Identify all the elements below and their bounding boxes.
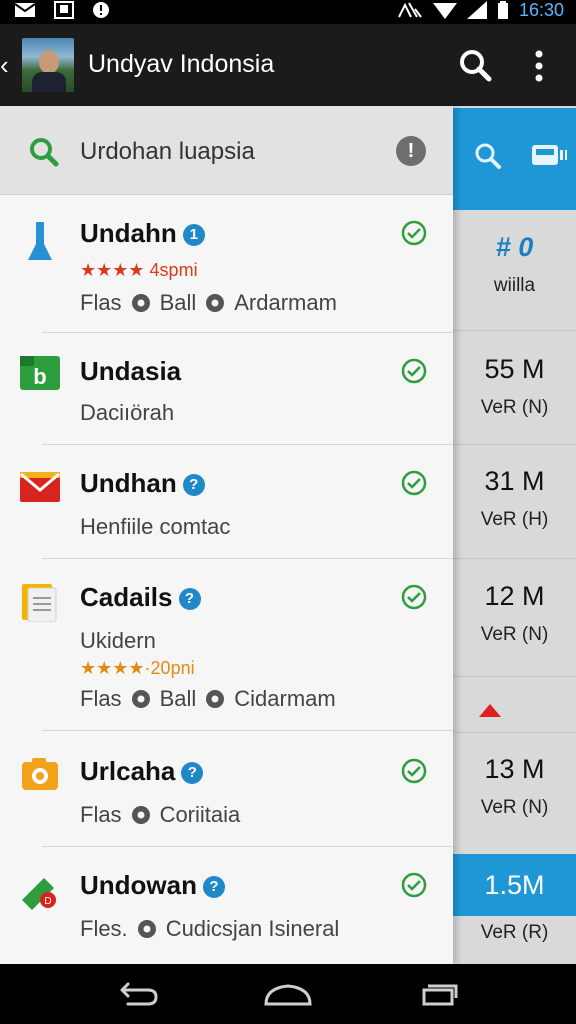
app-meta: Flas Ball Ardarmam — [80, 290, 337, 315]
back-nav-icon[interactable] — [108, 978, 168, 1010]
photo-icon — [54, 1, 74, 19]
help-badge: ? — [203, 876, 225, 898]
side-panel-item-highlighted[interactable]: 1.5M — [453, 854, 576, 916]
battery-icon — [532, 145, 567, 165]
divider — [42, 730, 453, 731]
help-badge: ? — [181, 762, 204, 784]
rating: ★★★★·20pni — [80, 658, 195, 678]
back-icon[interactable]: ‹ — [0, 50, 14, 81]
divider — [453, 444, 576, 445]
check-circle-icon[interactable] — [401, 584, 427, 610]
home-nav-icon[interactable] — [258, 978, 318, 1010]
caret-up-icon — [479, 704, 501, 717]
app-list-panel: Urdohan luapsia ! Undahn 1 ★★★★ 4spmi Fla… — [0, 106, 453, 964]
side-panel-item[interactable]: 12 M VeR (N) — [453, 581, 576, 646]
avatar[interactable] — [22, 38, 74, 92]
list-item[interactable]: Undahn 1 ★★★★ 4spmi Flas Ball Ardarmam — [0, 214, 453, 332]
app-subtitle: Ukidern — [80, 628, 156, 653]
search-icon — [30, 138, 59, 167]
app-name: Undasia — [80, 356, 182, 386]
search-input[interactable]: Urdohan luapsia — [80, 138, 255, 166]
app-name: Undhan? — [80, 468, 205, 499]
check-circle-icon[interactable] — [401, 358, 427, 384]
check-circle-icon[interactable] — [401, 470, 427, 496]
check-circle-icon[interactable] — [401, 758, 427, 784]
list-item[interactable]: D Undowan? Fles. Cudicsjan Isineral — [0, 866, 453, 962]
info-icon[interactable]: ! — [396, 136, 426, 166]
divider — [453, 676, 576, 677]
divider — [453, 732, 576, 733]
clock: 16:30 — [518, 0, 564, 20]
divider — [453, 330, 576, 331]
info-icon — [93, 2, 109, 18]
app-subtitle: Daciıörah — [80, 400, 175, 425]
side-panel-header-info: # 0 wiilla — [493, 232, 536, 296]
app-name: Undahn 1 — [80, 218, 205, 249]
check-circle-icon[interactable] — [401, 872, 427, 898]
check-circle-icon[interactable] — [401, 220, 427, 246]
data-icon — [398, 2, 422, 18]
search-icon[interactable] — [458, 48, 492, 82]
side-panel: # 0 wiilla 55 M VeR (N) 31 M VeR (H) 12 … — [453, 106, 576, 964]
recents-nav-icon[interactable] — [408, 978, 468, 1010]
b-app-icon: b — [20, 356, 60, 390]
divider — [42, 444, 453, 445]
divider — [42, 846, 453, 847]
notes-icon — [22, 584, 57, 622]
search-icon[interactable] — [474, 142, 502, 170]
side-panel-header — [453, 108, 576, 210]
rating: ★★★★ 4spmi — [80, 260, 198, 280]
side-panel-item-sub: VeR (R) — [480, 922, 549, 943]
svg-text:b: b — [33, 364, 46, 389]
app-meta: Fles. Cudicsjan Isineral — [80, 916, 340, 941]
search-bar[interactable]: Urdohan luapsia ! — [0, 106, 453, 195]
help-badge: ? — [178, 588, 201, 610]
divider — [42, 332, 453, 333]
app-name: Cadails? — [80, 582, 201, 613]
mail-icon — [20, 472, 60, 502]
app-meta: Flas Coriitaia — [80, 802, 241, 827]
mail-icon — [14, 3, 36, 17]
gear-icon — [131, 806, 150, 824]
bookmark-icon — [28, 222, 52, 260]
divider — [453, 558, 576, 559]
page-title: Undyav Indonsia — [88, 50, 275, 78]
more-vert-icon[interactable] — [527, 48, 551, 84]
list-item[interactable]: Undhan? Henfiile comtac — [0, 464, 453, 556]
signal-icon — [466, 1, 487, 19]
wifi-icon — [432, 3, 457, 19]
navigation-bar — [0, 964, 576, 1024]
gear-icon — [137, 920, 156, 938]
app-meta: Flas Ball Cidarmam — [80, 686, 336, 711]
list-item[interactable]: Cadails? Ukidern ★★★★·20pni Flas Ball Ci… — [0, 580, 453, 726]
tag-icon: D — [22, 878, 56, 910]
status-bar: 16:30 — [0, 0, 576, 24]
list-item[interactable]: Urlcaha? Flas Coriitaia — [0, 752, 453, 844]
help-badge: ? — [182, 474, 205, 496]
app-name: Undowan? — [80, 870, 225, 901]
side-panel-item[interactable]: 55 M VeR (N) — [453, 354, 576, 419]
svg-text:D: D — [44, 896, 51, 907]
divider — [42, 558, 453, 559]
side-panel-item[interactable]: 31 M VeR (H) — [453, 466, 576, 531]
gear-icon — [131, 690, 150, 708]
battery-icon — [497, 1, 508, 19]
gear-icon — [206, 294, 225, 312]
app-bar: ‹ Undyav Indonsia — [0, 24, 576, 106]
side-panel-item[interactable]: 13 M VeR (N) — [453, 754, 576, 819]
app-name: Urlcaha? — [80, 756, 204, 787]
app-subtitle: Henfiile comtac — [80, 514, 231, 539]
list-item[interactable]: b Undasia Daciıörah — [0, 352, 453, 442]
gear-icon — [206, 690, 225, 708]
info-badge: 1 — [182, 224, 205, 246]
gear-icon — [131, 294, 150, 312]
camera-icon — [22, 758, 58, 790]
